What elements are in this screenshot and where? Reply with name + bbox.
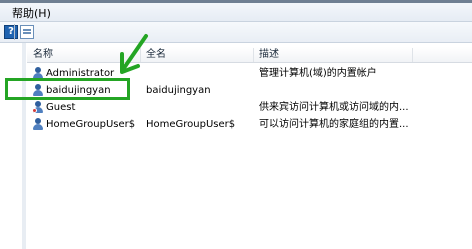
column-header-description[interactable]: 描述 <box>259 47 279 63</box>
highlight-box <box>5 78 130 100</box>
list-item[interactable]: Guest 供来宾访问计算机或访问域的内... <box>27 99 472 116</box>
user-fullname <box>146 65 250 82</box>
menu-bar: 帮助(H) <box>0 0 472 22</box>
list-item[interactable]: HomeGroupUser$ HomeGroupUser$ 可以访问计算机的家庭… <box>27 116 472 133</box>
user-icon <box>32 118 44 130</box>
user-description: 供来宾访问计算机或访问域的内... <box>259 102 409 113</box>
toolbar: ? <box>0 22 472 43</box>
pointer-arrow-icon <box>120 34 148 74</box>
user-description: 管理计算机(域)的内置帐户 <box>259 68 377 79</box>
navigation-pane <box>0 43 26 249</box>
user-description: 可以访问计算机的家庭组的内置... <box>259 119 409 130</box>
column-divider[interactable] <box>253 48 254 62</box>
user-fullname: HomeGroupUser$ <box>146 119 236 130</box>
view-list-icon[interactable] <box>20 25 34 39</box>
pane-splitter[interactable] <box>22 43 26 249</box>
help-icon[interactable]: ? <box>4 25 18 39</box>
user-description <box>259 82 409 99</box>
column-header-name[interactable]: 名称 <box>33 47 53 63</box>
list-header: 名称 全名 描述 <box>27 47 472 63</box>
user-name: Guest <box>46 102 76 113</box>
menu-help[interactable]: 帮助(H) <box>12 8 51 20</box>
user-fullname <box>146 99 250 116</box>
window-top-edge <box>0 0 472 3</box>
column-divider[interactable] <box>412 48 413 62</box>
user-name: HomeGroupUser$ <box>46 119 136 130</box>
toolbar-separator <box>14 24 15 40</box>
user-disabled-icon <box>32 101 44 113</box>
user-fullname: baidujingyan <box>146 85 211 96</box>
user-list: 名称 全名 描述 Administrator 管理计算机(域)的内置帐户 bai… <box>27 43 472 249</box>
